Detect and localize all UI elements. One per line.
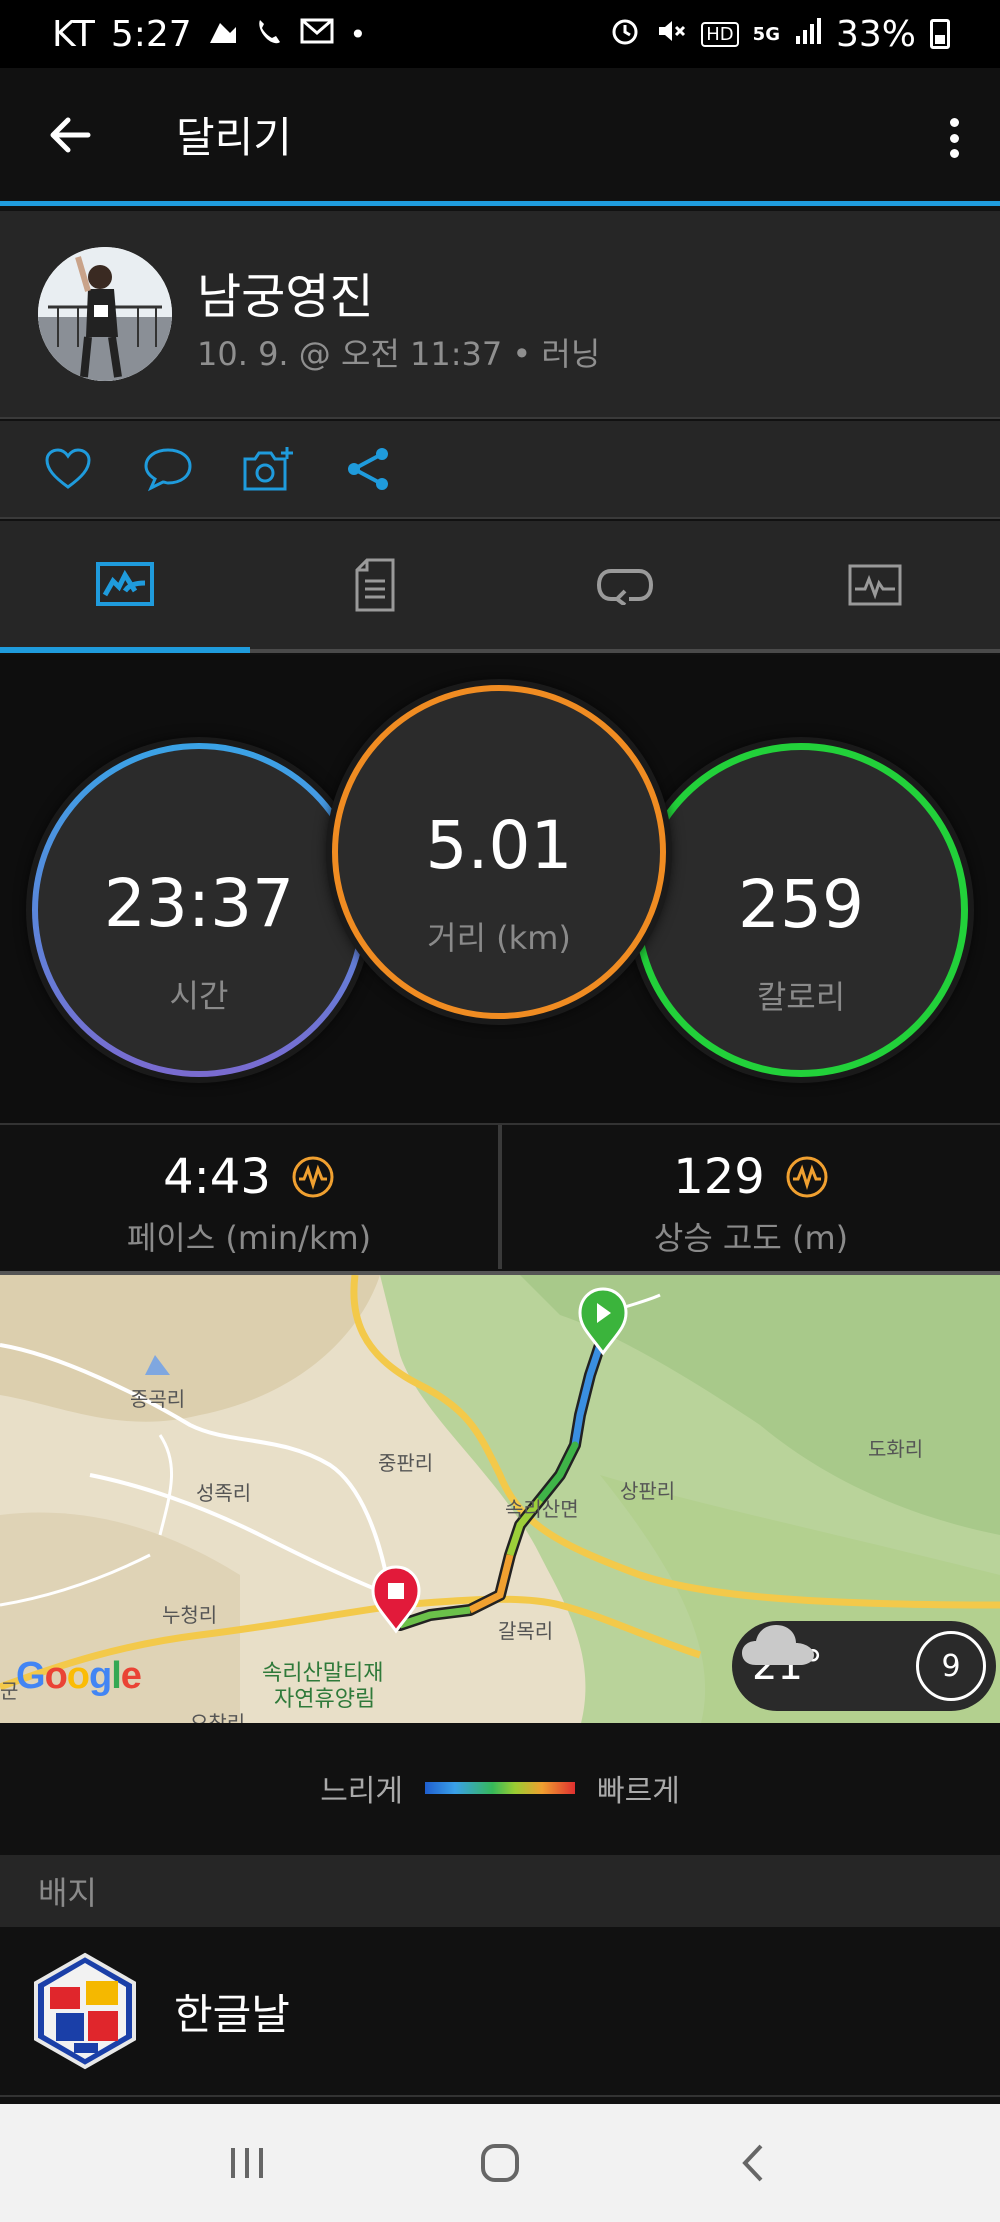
weather-badge[interactable]: 21° 9 bbox=[732, 1621, 996, 1711]
mail-icon bbox=[300, 17, 334, 52]
pace-color-scale bbox=[425, 1782, 575, 1794]
ascent-value: 129 bbox=[673, 1149, 765, 1205]
camera-plus-icon bbox=[243, 447, 293, 491]
mute-icon bbox=[655, 15, 687, 54]
tab-laps[interactable] bbox=[500, 521, 750, 653]
call-icon bbox=[254, 16, 284, 53]
back-button[interactable] bbox=[0, 66, 140, 204]
avatar[interactable] bbox=[38, 247, 172, 381]
tab-overview[interactable] bbox=[0, 521, 250, 653]
summary-stats: 23:37 시간 259 칼로리 5.01 거리 (km) bbox=[0, 655, 1000, 1123]
calories-value: 259 bbox=[738, 866, 864, 943]
share-icon bbox=[348, 448, 388, 490]
loop-icon bbox=[596, 569, 654, 605]
clock: 5:27 bbox=[110, 13, 192, 55]
heart-icon bbox=[45, 448, 91, 489]
alarm-icon bbox=[609, 15, 641, 54]
training-effect-icon bbox=[292, 1156, 334, 1198]
document-icon bbox=[355, 558, 395, 612]
map-label: 도화리 bbox=[868, 1437, 924, 1461]
map-label: 자연휴양림 bbox=[274, 1687, 376, 1712]
recent-apps-button[interactable] bbox=[202, 2123, 292, 2203]
distance-value: 5.01 bbox=[425, 807, 573, 884]
more-vert-icon bbox=[949, 118, 959, 127]
google-logo: Google bbox=[16, 1655, 142, 1697]
distance-label: 거리 (km) bbox=[427, 919, 571, 957]
pace-value: 4:43 bbox=[163, 1149, 271, 1205]
add-photo-button[interactable] bbox=[240, 441, 296, 497]
notification-icon bbox=[208, 17, 238, 52]
activity-tabs bbox=[0, 521, 1000, 653]
recent-apps-icon bbox=[230, 2148, 263, 2178]
page-title: 달리기 bbox=[176, 113, 292, 162]
system-back-button[interactable] bbox=[708, 2123, 798, 2203]
more-options-button[interactable] bbox=[934, 108, 974, 168]
calories-stat[interactable]: 259 칼로리 bbox=[634, 743, 968, 1077]
time-value: 23:37 bbox=[103, 865, 295, 942]
legend-fast: 빠르게 bbox=[597, 1774, 680, 1809]
comment-icon bbox=[144, 448, 192, 492]
badges-header: 배지 bbox=[0, 1855, 1000, 1927]
map-label: 갈목리 bbox=[498, 1619, 554, 1643]
user-name[interactable]: 남궁영진 bbox=[197, 257, 374, 327]
hangul-day-badge-icon bbox=[34, 1952, 136, 2070]
activity-header: 남궁영진 10. 9. @ 오전 11:37 • 러닝 bbox=[0, 211, 1000, 419]
tab-stats[interactable] bbox=[250, 521, 500, 653]
pace-label: 페이스 (min/km) bbox=[126, 1219, 372, 1257]
calories-label: 칼로리 bbox=[756, 978, 846, 1016]
map-label: 속리산면 bbox=[505, 1497, 579, 1521]
ascent-label: 상승 고도 (m) bbox=[653, 1219, 849, 1257]
comment-button[interactable] bbox=[140, 441, 196, 497]
map-label: 오창리 bbox=[190, 1711, 246, 1723]
activity-meta: 10. 9. @ 오전 11:37 • 러닝 bbox=[197, 335, 601, 373]
badge-name: 한글날 bbox=[174, 1989, 290, 2039]
share-button[interactable] bbox=[340, 441, 396, 497]
time-label: 시간 bbox=[169, 977, 229, 1015]
arrow-left-icon bbox=[50, 117, 91, 152]
route-map[interactable]: 종곡리 성족리 중판리 상판리 도화리 누청리 갈목리 속리산면 속리산말티재 … bbox=[0, 1271, 1000, 1723]
overview-icon bbox=[96, 562, 154, 606]
training-effect-icon bbox=[786, 1156, 828, 1198]
wind-indicator: 9 bbox=[916, 1631, 986, 1701]
map-label: 중판리 bbox=[378, 1451, 434, 1475]
ascent-metric[interactable]: 129 상승 고도 (m) bbox=[498, 1125, 1000, 1269]
map-label: 성족리 bbox=[196, 1481, 252, 1505]
legend-slow: 느리게 bbox=[320, 1774, 403, 1809]
signal-icon bbox=[794, 16, 822, 53]
pace-metric[interactable]: 4:43 페이스 (min/km) bbox=[0, 1125, 498, 1269]
home-icon bbox=[480, 2144, 519, 2182]
system-nav-bar bbox=[0, 2104, 1000, 2222]
pace-legend: 느리게 빠르게 bbox=[0, 1723, 1000, 1853]
social-actions bbox=[0, 421, 1000, 519]
chart-icon bbox=[848, 564, 902, 606]
map-label: 종곡리 bbox=[130, 1387, 186, 1411]
badge-item[interactable]: 한글날 bbox=[0, 1927, 1000, 2097]
app-bar: 달리기 bbox=[0, 68, 1000, 206]
distance-stat[interactable]: 5.01 거리 (km) bbox=[332, 685, 666, 1019]
status-bar: KT 5:27 • HD 5G 33% bbox=[0, 0, 1000, 68]
map-label: 누청리 bbox=[162, 1603, 218, 1627]
battery-icon bbox=[930, 19, 950, 49]
map-label: 상판리 bbox=[620, 1479, 676, 1503]
chevron-left-icon bbox=[742, 2144, 763, 2182]
tab-charts[interactable] bbox=[750, 521, 1000, 653]
5g-icon: 5G bbox=[752, 23, 780, 45]
battery-percent: 33% bbox=[835, 13, 916, 55]
like-button[interactable] bbox=[40, 441, 96, 497]
time-stat[interactable]: 23:37 시간 bbox=[32, 743, 366, 1077]
dot-icon: • bbox=[349, 17, 367, 51]
cloud-icon bbox=[742, 1625, 814, 1665]
secondary-metrics: 4:43 페이스 (min/km) 129 상승 고도 (m) bbox=[0, 1123, 1000, 1269]
home-button[interactable] bbox=[455, 2123, 545, 2203]
carrier-label: KT bbox=[52, 13, 95, 55]
hd-icon: HD bbox=[701, 21, 739, 47]
